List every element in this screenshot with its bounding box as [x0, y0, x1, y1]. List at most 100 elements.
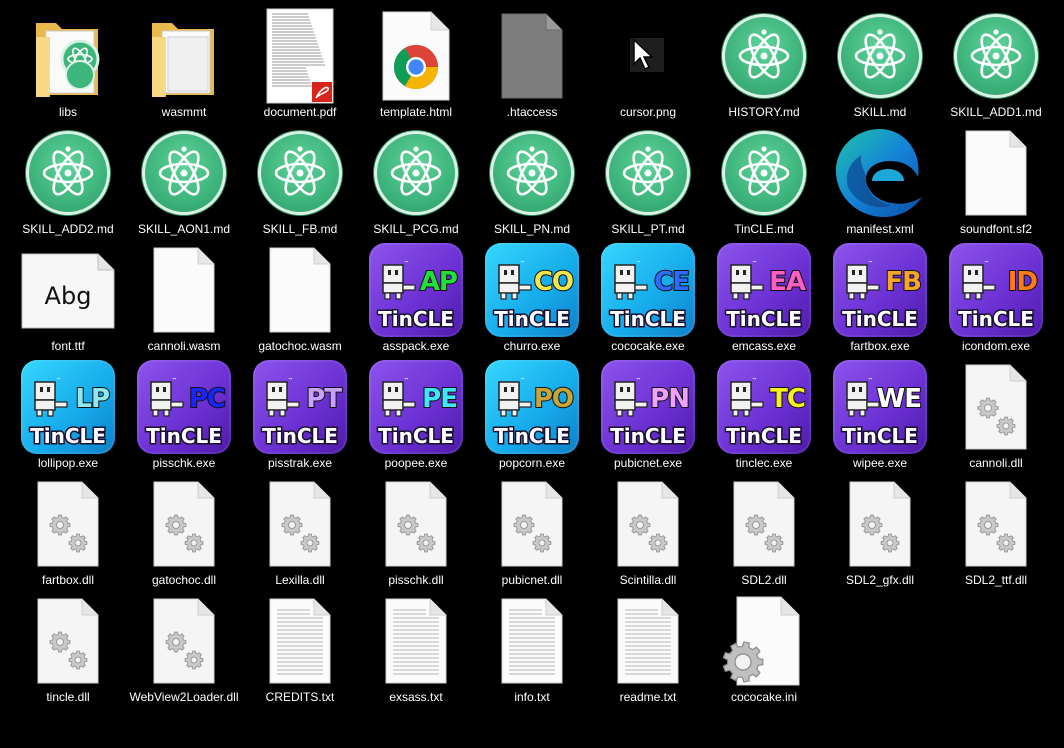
desktop-icon-icondom-exe[interactable]: ID TinCLE icondom.exe	[938, 242, 1054, 359]
file-name-label: lollipop.exe	[37, 456, 99, 470]
tincle-tile: CE TinCLE	[601, 243, 695, 337]
desktop-icon-skill-pcg-md[interactable]: SKILL_PCG.md	[358, 125, 474, 242]
desktop-icon-skill-pt-md[interactable]: SKILL_PT.md	[590, 125, 706, 242]
desktop-icon-fartbox-dll[interactable]: fartbox.dll	[10, 476, 126, 593]
desktop-icon-cococake-exe[interactable]: CE TinCLE cococake.exe	[590, 242, 706, 359]
file-name-label: SKILL_PT.md	[611, 222, 685, 236]
file-name-label: gatochoc.wasm	[258, 339, 342, 353]
atom-markdown-icon	[134, 125, 234, 221]
file-name-label: HISTORY.md	[728, 105, 800, 119]
file-name-label: Scintilla.dll	[619, 573, 677, 587]
desktop-icon-font-ttf[interactable]: Abg font.ttf	[10, 242, 126, 359]
file-name-label: document.pdf	[263, 105, 337, 119]
desktop-icon-fartbox-exe[interactable]: FB TinCLE fartbox.exe	[822, 242, 938, 359]
desktop-icon-credits-txt[interactable]: CREDITS.txt	[242, 593, 358, 710]
desktop-icon-sdl2-ttf-dll[interactable]: SDL2_ttf.dll	[938, 476, 1054, 593]
file-name-label: pubicnet.dll	[501, 573, 563, 587]
file-name-label: SDL2.dll	[741, 573, 787, 587]
desktop-icon-churro-exe[interactable]: CO TinCLE churro.exe	[474, 242, 590, 359]
tincle-tile: WE TinCLE	[833, 360, 927, 454]
desktop-icon-pisstrak-exe[interactable]: PT TinCLE pisstrak.exe	[242, 359, 358, 476]
desktop-icon-wipee-exe[interactable]: WE TinCLE wipee.exe	[822, 359, 938, 476]
desktop-icon-cannoli-wasm[interactable]: cannoli.wasm	[126, 242, 242, 359]
font-file-icon: Abg	[18, 242, 118, 338]
desktop-icon-pubicnet-exe[interactable]: PN TinCLE pubicnet.exe	[590, 359, 706, 476]
desktop-icon-pisschk-dll[interactable]: pisschk.dll	[358, 476, 474, 593]
tincle-wordmark: TinCLE	[493, 306, 572, 333]
desktop-icon-document-pdf[interactable]: document.pdf	[242, 8, 358, 125]
app-code-label: FB	[884, 266, 923, 298]
desktop-icon-tinclec-exe[interactable]: TC TinCLE tinclec.exe	[706, 359, 822, 476]
desktop-icon-skill-pn-md[interactable]: SKILL_PN.md	[474, 125, 590, 242]
dll-gear-icon	[366, 476, 466, 572]
desktop-icon-history-md[interactable]: HISTORY.md	[706, 8, 822, 125]
desktop-icon-skill-add2-md[interactable]: SKILL_ADD2.md	[10, 125, 126, 242]
desktop-icon-gatochoc-wasm[interactable]: gatochoc.wasm	[242, 242, 358, 359]
atom-markdown-icon	[598, 125, 698, 221]
app-code-label: PN	[649, 383, 691, 415]
desktop-icon-skill-aon1-md[interactable]: SKILL_AON1.md	[126, 125, 242, 242]
tincle-wordmark: TinCLE	[609, 423, 688, 450]
desktop-icon-template-html[interactable]: template.html	[358, 8, 474, 125]
desktop-icon-skill-md[interactable]: SKILL.md	[822, 8, 938, 125]
file-name-label: exsass.txt	[389, 690, 443, 704]
dll-gear-icon	[18, 476, 118, 572]
tincle-app-icon: LP TinCLE	[18, 359, 118, 455]
desktop-icon-cannoli-dll[interactable]: cannoli.dll	[938, 359, 1054, 476]
desktop-icon-skill-add1-md[interactable]: SKILL_ADD1.md	[938, 8, 1054, 125]
file-name-label: soundfont.sf2	[959, 222, 1033, 236]
desktop-icon-gatochoc-dll[interactable]: gatochoc.dll	[126, 476, 242, 593]
text-file-icon	[250, 593, 350, 689]
desktop-icon-skill-fb-md[interactable]: SKILL_FB.md	[242, 125, 358, 242]
desktop-icon-tincle-md[interactable]: TinCLE.md	[706, 125, 822, 242]
desktop-icon-popcorn-exe[interactable]: PO TinCLE popcorn.exe	[474, 359, 590, 476]
atom-markdown-icon	[714, 125, 814, 221]
ini-settings-icon	[714, 593, 814, 689]
dll-gear-icon	[830, 476, 930, 572]
desktop-icon-info-txt[interactable]: info.txt	[474, 593, 590, 710]
file-name-label: poopee.exe	[384, 456, 448, 470]
desktop-icon-manifest-xml[interactable]: manifest.xml	[822, 125, 938, 242]
desktop-icon-lollipop-exe[interactable]: LP TinCLE lollipop.exe	[10, 359, 126, 476]
desktop-icon-htaccess[interactable]: .htaccess	[474, 8, 590, 125]
tincle-tile: EA TinCLE	[717, 243, 811, 337]
desktop-icon-webview2loader-dll[interactable]: WebView2Loader.dll	[126, 593, 242, 710]
desktop-icon-pubicnet-dll[interactable]: pubicnet.dll	[474, 476, 590, 593]
desktop-icon-lexilla-dll[interactable]: Lexilla.dll	[242, 476, 358, 593]
desktop-icon-cococake-ini[interactable]: cococake.ini	[706, 593, 822, 710]
tincle-wordmark: TinCLE	[377, 423, 456, 450]
file-name-label: .htaccess	[506, 105, 558, 119]
file-name-label: SKILL_ADD1.md	[950, 105, 1042, 119]
desktop-icon-asspack-exe[interactable]: AP TinCLE asspack.exe	[358, 242, 474, 359]
file-name-label: SKILL_AON1.md	[137, 222, 231, 236]
desktop-icon-sdl2-gfx-dll[interactable]: SDL2_gfx.dll	[822, 476, 938, 593]
desktop-icon-readme-txt[interactable]: readme.txt	[590, 593, 706, 710]
file-name-label: wasmmt	[161, 105, 207, 119]
desktop-icon-grid: libs wasmmt document.pdf template.html .…	[10, 8, 1054, 710]
file-name-label: SKILL_FB.md	[262, 222, 338, 236]
desktop-icon-poopee-exe[interactable]: PE TinCLE poopee.exe	[358, 359, 474, 476]
app-code-label: ID	[1007, 266, 1039, 298]
desktop-icon-tincle-dll[interactable]: tincle.dll	[10, 593, 126, 710]
desktop-icon-libs[interactable]: libs	[10, 8, 126, 125]
file-name-label: tincle.dll	[46, 690, 90, 704]
desktop-icon-wasmmt[interactable]: wasmmt	[126, 8, 242, 125]
desktop-icon-emcass-exe[interactable]: EA TinCLE emcass.exe	[706, 242, 822, 359]
file-name-label: SKILL_ADD2.md	[22, 222, 114, 236]
file-name-label: fartbox.exe	[850, 339, 910, 353]
desktop-icon-pisschk-exe[interactable]: PC TinCLE pisschk.exe	[126, 359, 242, 476]
desktop-icon-sdl2-dll[interactable]: SDL2.dll	[706, 476, 822, 593]
file-name-label: icondom.exe	[961, 339, 1031, 353]
file-name-label: pisstrak.exe	[267, 456, 333, 470]
desktop-icon-exsass-txt[interactable]: exsass.txt	[358, 593, 474, 710]
app-code-label: CE	[653, 266, 691, 298]
file-name-label: asspack.exe	[382, 339, 450, 353]
tincle-wordmark: TinCLE	[609, 306, 688, 333]
desktop-icon-soundfont-sf2[interactable]: soundfont.sf2	[938, 125, 1054, 242]
file-name-label: SKILL.md	[853, 105, 907, 119]
blank-file-icon	[134, 242, 234, 338]
file-name-label: Lexilla.dll	[275, 573, 325, 587]
desktop-icon-scintilla-dll[interactable]: Scintilla.dll	[590, 476, 706, 593]
file-name-label: pisschk.dll	[388, 573, 444, 587]
desktop-icon-cursor-png[interactable]: cursor.png	[590, 8, 706, 125]
